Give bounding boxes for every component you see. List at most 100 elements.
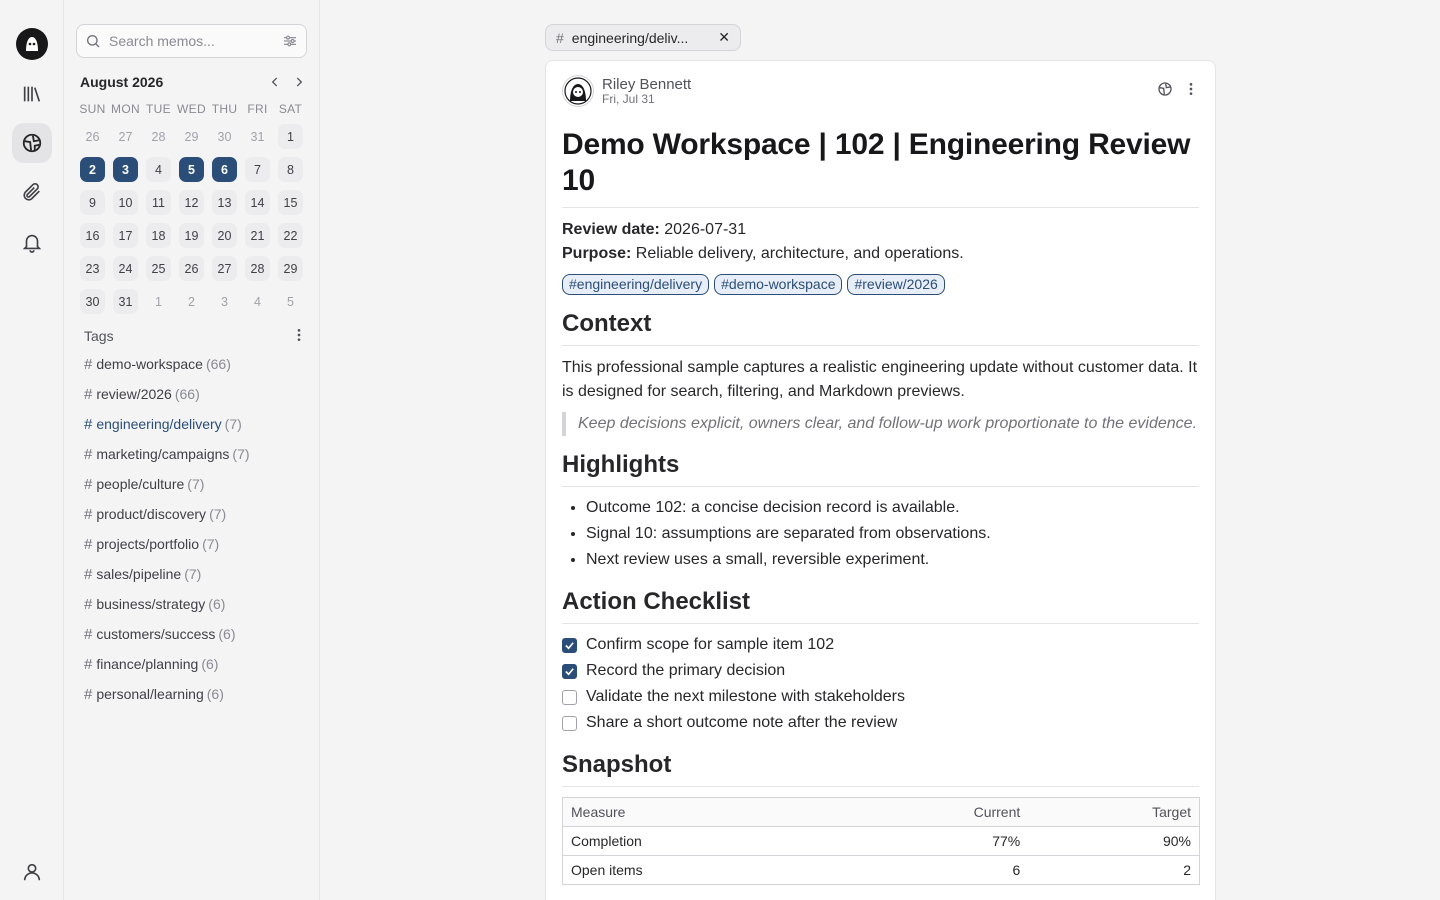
hash-icon: # [84, 385, 93, 403]
calendar-day[interactable]: 10 [109, 186, 142, 219]
author-name[interactable]: Riley Bennett [602, 76, 691, 93]
calendar-day[interactable]: 30 [208, 120, 241, 153]
checklist-item: Validate the next milestone with stakeho… [562, 684, 1199, 710]
search-input[interactable] [109, 33, 282, 49]
calendar-day-number: 4 [146, 157, 171, 182]
chevron-right-icon[interactable] [291, 74, 307, 90]
calendar-day[interactable]: 1 [274, 120, 307, 153]
calendar-day[interactable]: 23 [76, 252, 109, 285]
calendar-day[interactable]: 28 [142, 120, 175, 153]
memo-date: Fri, Jul 31 [602, 92, 655, 106]
highlight-item: Outcome 102: a concise decision record i… [586, 495, 1199, 521]
memo-title: Demo Workspace | 102 | Engineering Revie… [562, 127, 1199, 208]
user-icon[interactable] [12, 852, 52, 892]
paperclip-icon[interactable] [12, 172, 52, 212]
filter-settings-icon[interactable] [282, 33, 298, 49]
calendar-day[interactable]: 4 [142, 153, 175, 186]
calendar-day[interactable]: 2 [76, 153, 109, 186]
calendar-day[interactable]: 9 [76, 186, 109, 219]
calendar-day[interactable]: 31 [109, 285, 142, 318]
calendar-day[interactable]: 3 [208, 285, 241, 318]
checkbox-unchecked[interactable] [562, 689, 577, 705]
checkbox-checked[interactable] [562, 663, 577, 679]
calendar-day[interactable]: 27 [208, 252, 241, 285]
calendar-day[interactable]: 17 [109, 219, 142, 252]
chevron-left-icon[interactable] [267, 74, 283, 90]
checklist-item: Record the primary decision [562, 658, 1199, 684]
calendar-day[interactable]: 5 [274, 285, 307, 318]
calendar-day[interactable]: 27 [109, 120, 142, 153]
visibility-public-icon[interactable] [1157, 81, 1173, 102]
calendar-day[interactable]: 26 [76, 120, 109, 153]
memo-tag-pill[interactable]: #engineering/delivery [562, 274, 710, 295]
calendar-day[interactable]: 30 [76, 285, 109, 318]
calendar-day[interactable]: 8 [274, 153, 307, 186]
calendar-day[interactable]: 24 [109, 252, 142, 285]
tag-name: business/strategy [96, 596, 206, 612]
memo-tag-pill[interactable]: #demo-workspace [714, 274, 843, 295]
checkbox-checked[interactable] [562, 637, 577, 653]
close-icon[interactable]: ✕ [718, 29, 730, 46]
memo-tags: #engineering/delivery #demo-workspace #rev… [562, 274, 1199, 295]
table-cell: 6 [834, 855, 1029, 885]
calendar-day[interactable]: 5 [175, 153, 208, 186]
table-cell: 90% [1028, 826, 1200, 856]
memo-tag-pill[interactable]: #review/2026 [847, 274, 945, 295]
more-vertical-icon[interactable] [1183, 81, 1199, 102]
avatar[interactable] [562, 75, 594, 107]
tag-item[interactable]: # demo-workspace (66) [84, 349, 309, 379]
logo-icon[interactable] [16, 28, 48, 60]
tag-item[interactable]: # marketing/campaigns (7) [84, 439, 309, 469]
checkbox-unchecked[interactable] [562, 715, 577, 731]
calendar-day[interactable]: 4 [241, 285, 274, 318]
calendar-day[interactable]: 2 [175, 285, 208, 318]
tag-item[interactable]: # engineering/delivery (7) [84, 409, 309, 439]
checklist-item: Confirm scope for sample item 102 [562, 632, 1199, 658]
calendar-day[interactable]: 22 [274, 219, 307, 252]
tag-count: (7) [224, 416, 242, 432]
hash-icon: # [84, 535, 93, 553]
tag-count: (7) [232, 446, 250, 462]
active-tag-filter[interactable]: # engineering/deliv... ✕ [545, 24, 741, 51]
tag-item[interactable]: # projects/portfolio (7) [84, 529, 309, 559]
calendar-day-number: 25 [146, 256, 171, 281]
tag-item[interactable]: # personal/learning (6) [84, 679, 309, 709]
calendar-day[interactable]: 26 [175, 252, 208, 285]
tag-item[interactable]: # customers/success (6) [84, 619, 309, 649]
calendar-day[interactable]: 20 [208, 219, 241, 252]
calendar-day[interactable]: 25 [142, 252, 175, 285]
calendar-day[interactable]: 6 [208, 153, 241, 186]
tag-item[interactable]: # review/2026 (66) [84, 379, 309, 409]
calendar-day[interactable]: 7 [241, 153, 274, 186]
more-vertical-icon[interactable] [291, 327, 307, 346]
calendar-day-number: 28 [245, 256, 270, 281]
tag-item[interactable]: # people/culture (7) [84, 469, 309, 499]
calendar-day[interactable]: 12 [175, 186, 208, 219]
tag-item[interactable]: # product/discovery (7) [84, 499, 309, 529]
calendar-day[interactable]: 29 [274, 252, 307, 285]
calendar-day[interactable]: 18 [142, 219, 175, 252]
calendar-day[interactable]: 1 [142, 285, 175, 318]
calendar-day[interactable]: 31 [241, 120, 274, 153]
calendar-day-number: 9 [80, 190, 105, 215]
calendar-day-number: 30 [217, 129, 232, 144]
tag-item[interactable]: # business/strategy (6) [84, 589, 309, 619]
calendar-day[interactable]: 28 [241, 252, 274, 285]
tag-item[interactable]: # finance/planning (6) [84, 649, 309, 679]
calendar-day[interactable]: 21 [241, 219, 274, 252]
calendar-day[interactable]: 14 [241, 186, 274, 219]
calendar-day[interactable]: 16 [76, 219, 109, 252]
explore-icon[interactable] [12, 123, 52, 163]
bell-icon[interactable] [12, 222, 52, 262]
calendar-day[interactable]: 19 [175, 219, 208, 252]
search-box[interactable] [76, 24, 307, 58]
calendar-day[interactable]: 11 [142, 186, 175, 219]
tag-item[interactable]: # sales/pipeline (7) [84, 559, 309, 589]
checklist-text: Confirm scope for sample item 102 [586, 636, 835, 653]
calendar-day[interactable]: 15 [274, 186, 307, 219]
calendar-day[interactable]: 13 [208, 186, 241, 219]
calendar-day[interactable]: 29 [175, 120, 208, 153]
tag-list: # demo-workspace (66) # review/2026 (66) # engi… [84, 349, 309, 709]
library-icon[interactable] [12, 74, 52, 114]
calendar-day[interactable]: 3 [109, 153, 142, 186]
